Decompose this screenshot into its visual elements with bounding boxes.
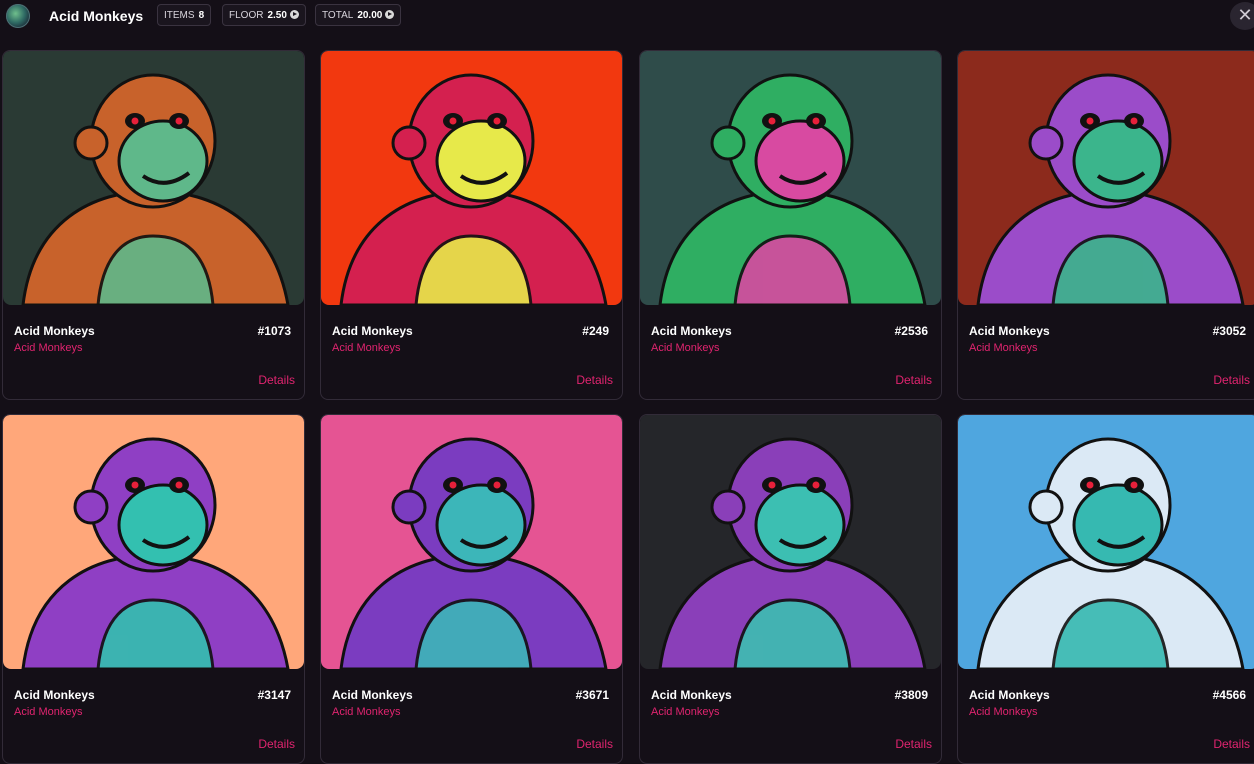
monkey-illustration bbox=[321, 51, 622, 305]
monkey-illustration bbox=[3, 51, 304, 305]
nft-collection[interactable]: Acid Monkeys bbox=[14, 706, 82, 718]
nft-card[interactable]: Acid Monkeys #2536 Acid Monkeys Details bbox=[639, 50, 942, 400]
nft-name: Acid Monkeys bbox=[14, 688, 95, 702]
nft-name: Acid Monkeys bbox=[651, 324, 732, 338]
nft-image[interactable] bbox=[3, 51, 304, 305]
monkey-illustration bbox=[958, 415, 1254, 669]
details-link[interactable]: Details bbox=[895, 373, 932, 387]
close-button[interactable]: ✕ bbox=[1230, 2, 1254, 30]
nft-image[interactable] bbox=[321, 415, 622, 669]
details-link[interactable]: Details bbox=[258, 737, 295, 751]
total-label: TOTAL bbox=[322, 10, 354, 21]
nft-image[interactable] bbox=[640, 415, 941, 669]
items-stat: ITEMS 8 bbox=[157, 4, 212, 26]
nft-number: #3809 bbox=[894, 688, 928, 702]
details-link[interactable]: Details bbox=[895, 737, 932, 751]
items-label: ITEMS bbox=[164, 10, 195, 21]
nft-image[interactable] bbox=[640, 51, 941, 305]
nft-number: #3671 bbox=[575, 688, 609, 702]
collection-logo[interactable] bbox=[6, 4, 30, 28]
monkey-illustration bbox=[958, 51, 1254, 305]
nft-name: Acid Monkeys bbox=[14, 324, 95, 338]
nft-name: Acid Monkeys bbox=[332, 688, 413, 702]
details-link[interactable]: Details bbox=[1213, 737, 1250, 751]
nft-image[interactable] bbox=[3, 415, 304, 669]
nft-number: #4566 bbox=[1212, 688, 1246, 702]
nft-name: Acid Monkeys bbox=[969, 324, 1050, 338]
collection-title: Acid Monkeys bbox=[49, 8, 144, 24]
nft-name: Acid Monkeys bbox=[651, 688, 732, 702]
nft-card[interactable]: Acid Monkeys #3671 Acid Monkeys Details bbox=[320, 414, 623, 764]
nft-collection[interactable]: Acid Monkeys bbox=[969, 706, 1037, 718]
nft-number: #249 bbox=[582, 324, 609, 338]
nft-collection[interactable]: Acid Monkeys bbox=[332, 706, 400, 718]
nft-name: Acid Monkeys bbox=[969, 688, 1050, 702]
currency-icon bbox=[385, 10, 395, 19]
nft-card[interactable]: Acid Monkeys #4566 Acid Monkeys Details bbox=[957, 414, 1254, 764]
nft-card[interactable]: Acid Monkeys #1073 Acid Monkeys Details bbox=[2, 50, 305, 400]
nft-collection[interactable]: Acid Monkeys bbox=[969, 342, 1037, 354]
nft-collection[interactable]: Acid Monkeys bbox=[14, 342, 82, 354]
details-link[interactable]: Details bbox=[1213, 373, 1250, 387]
nft-name: Acid Monkeys bbox=[332, 324, 413, 338]
monkey-illustration bbox=[640, 415, 941, 669]
nft-collection[interactable]: Acid Monkeys bbox=[651, 342, 719, 354]
nft-number: #2536 bbox=[894, 324, 928, 338]
nft-collection[interactable]: Acid Monkeys bbox=[332, 342, 400, 354]
monkey-illustration bbox=[640, 51, 941, 305]
nft-image[interactable] bbox=[958, 51, 1254, 305]
nft-image[interactable] bbox=[321, 51, 622, 305]
nft-card[interactable]: Acid Monkeys #3147 Acid Monkeys Details bbox=[2, 414, 305, 764]
nft-number: #1073 bbox=[257, 324, 291, 338]
nft-number: #3147 bbox=[257, 688, 291, 702]
details-link[interactable]: Details bbox=[258, 373, 295, 387]
items-value: 8 bbox=[198, 10, 205, 21]
floor-stat: FLOOR 2.50 bbox=[222, 4, 306, 26]
nft-image[interactable] bbox=[958, 415, 1254, 669]
currency-icon bbox=[289, 10, 299, 19]
nft-card[interactable]: Acid Monkeys #249 Acid Monkeys Details bbox=[320, 50, 623, 400]
monkey-illustration bbox=[321, 415, 622, 669]
total-value: 20.00 bbox=[357, 10, 383, 21]
nft-card[interactable]: Acid Monkeys #3809 Acid Monkeys Details bbox=[639, 414, 942, 764]
nft-collection[interactable]: Acid Monkeys bbox=[651, 706, 719, 718]
top-bar: Acid Monkeys ITEMS 8 FLOOR 2.50 TOTAL 20.00… bbox=[0, 0, 1254, 34]
total-stat: TOTAL 20.00 bbox=[315, 4, 402, 26]
nft-card[interactable]: Acid Monkeys #3052 Acid Monkeys Details bbox=[957, 50, 1254, 400]
floor-value: 2.50 bbox=[267, 10, 287, 21]
nft-number: #3052 bbox=[1212, 324, 1246, 338]
details-link[interactable]: Details bbox=[576, 373, 613, 387]
floor-label: FLOOR bbox=[229, 10, 264, 21]
details-link[interactable]: Details bbox=[576, 737, 613, 751]
monkey-illustration bbox=[3, 415, 304, 669]
